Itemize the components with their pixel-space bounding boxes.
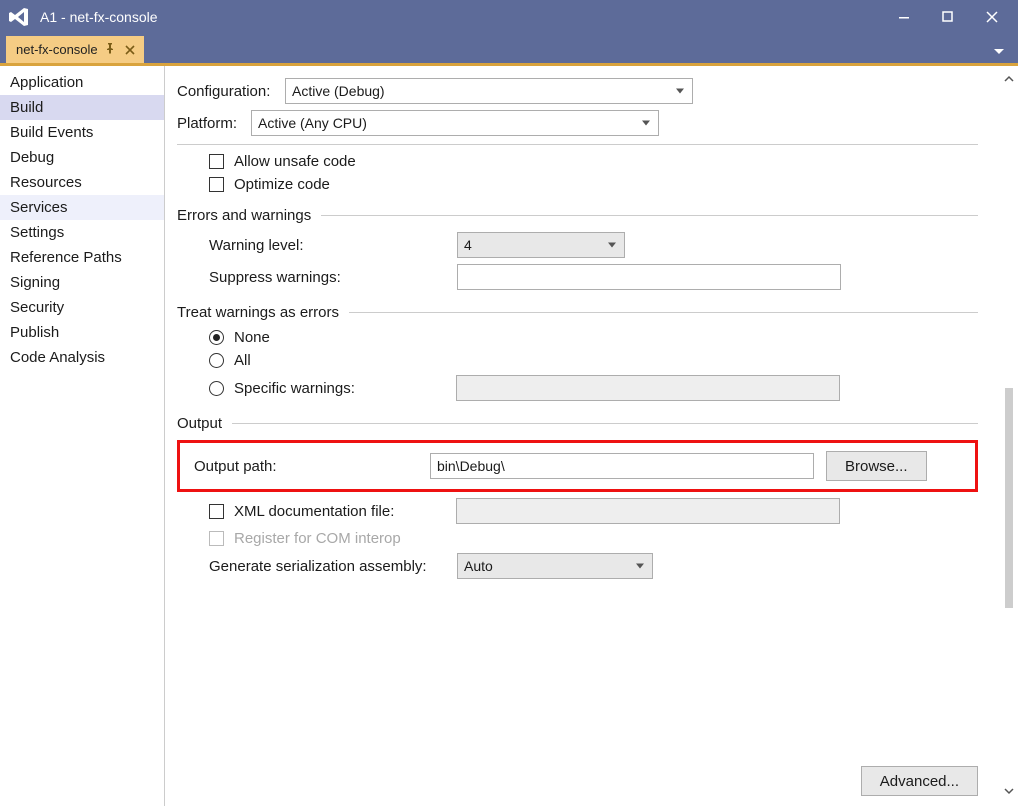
suppress-warnings-label: Suppress warnings: [209, 269, 457, 286]
tab-overflow-icon[interactable] [988, 41, 1010, 63]
sidebar-item-build-events[interactable]: Build Events [0, 120, 164, 145]
sidebar-item-build[interactable]: Build [0, 95, 164, 120]
treat-warnings-section-header: Treat warnings as errors [177, 304, 978, 321]
sidebar-item-application[interactable]: Application [0, 70, 164, 95]
output-path-label: Output path: [190, 458, 430, 475]
maximize-button[interactable] [926, 0, 970, 34]
sidebar-item-publish[interactable]: Publish [0, 320, 164, 345]
titlebar: A1 - net-fx-console [0, 0, 1018, 34]
register-com-checkbox [209, 531, 224, 546]
pin-icon[interactable] [104, 42, 116, 57]
output-path-highlight: Output path: bin\Debug\ Browse... [177, 440, 978, 492]
vs-logo-icon [8, 6, 30, 28]
configuration-label: Configuration: [177, 83, 285, 100]
register-com-label: Register for COM interop [234, 530, 401, 547]
allow-unsafe-label: Allow unsafe code [234, 153, 356, 170]
document-tab-row: net-fx-console [0, 34, 1018, 63]
document-tab-label: net-fx-console [16, 42, 98, 57]
platform-label: Platform: [177, 115, 251, 132]
configuration-select[interactable]: Active (Debug) [285, 78, 693, 104]
close-button[interactable] [970, 0, 1014, 34]
radio-dot-icon [209, 353, 224, 368]
errors-section-header: Errors and warnings [177, 207, 978, 224]
output-path-input[interactable]: bin\Debug\ [430, 453, 814, 479]
gen-serialization-label: Generate serialization assembly: [209, 558, 457, 575]
xml-doc-checkbox[interactable] [209, 504, 224, 519]
property-page-sidebar: Application Build Build Events Debug Res… [0, 66, 165, 806]
sidebar-item-resources[interactable]: Resources [0, 170, 164, 195]
sidebar-item-debug[interactable]: Debug [0, 145, 164, 170]
optimize-checkbox[interactable] [209, 177, 224, 192]
sidebar-item-security[interactable]: Security [0, 295, 164, 320]
allow-unsafe-checkbox[interactable] [209, 154, 224, 169]
sidebar-item-reference-paths[interactable]: Reference Paths [0, 245, 164, 270]
scroll-down-icon[interactable] [1000, 782, 1018, 800]
scroll-thumb[interactable] [1005, 388, 1013, 608]
minimize-button[interactable] [882, 0, 926, 34]
warning-level-label: Warning level: [209, 237, 457, 254]
sidebar-item-services[interactable]: Services [0, 195, 164, 220]
close-tab-icon[interactable] [122, 42, 138, 58]
sidebar-item-settings[interactable]: Settings [0, 220, 164, 245]
radio-dot-icon [209, 381, 224, 396]
document-tab[interactable]: net-fx-console [6, 36, 144, 63]
gen-serialization-select[interactable]: Auto [457, 553, 653, 579]
xml-doc-input [456, 498, 840, 524]
browse-button[interactable]: Browse... [826, 451, 927, 481]
specific-warnings-input [456, 375, 840, 401]
scroll-up-icon[interactable] [1000, 70, 1018, 88]
advanced-button[interactable]: Advanced... [861, 766, 978, 796]
window-title: A1 - net-fx-console [40, 9, 158, 25]
sidebar-item-code-analysis[interactable]: Code Analysis [0, 345, 164, 370]
optimize-label: Optimize code [234, 176, 330, 193]
radio-specific[interactable]: Specific warnings: [209, 375, 978, 401]
sidebar-item-signing[interactable]: Signing [0, 270, 164, 295]
radio-all[interactable]: All [209, 352, 978, 369]
scrollbar[interactable] [1000, 66, 1018, 806]
suppress-warnings-input[interactable] [457, 264, 841, 290]
xml-doc-label: XML documentation file: [234, 503, 456, 520]
radio-dot-icon [209, 330, 224, 345]
platform-select[interactable]: Active (Any CPU) [251, 110, 659, 136]
warning-level-select[interactable]: 4 [457, 232, 625, 258]
output-section-header: Output [177, 415, 978, 432]
radio-none[interactable]: None [209, 329, 978, 346]
